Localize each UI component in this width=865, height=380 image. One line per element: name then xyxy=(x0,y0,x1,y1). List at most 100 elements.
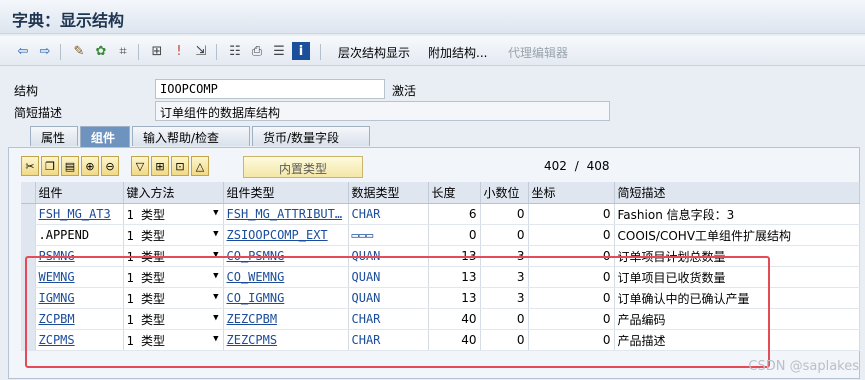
cut-icon[interactable]: ✂ xyxy=(21,156,39,176)
filter-icon[interactable]: ▽ xyxy=(131,156,149,176)
info-icon[interactable]: ! xyxy=(170,42,188,60)
method-value: 1 类型 xyxy=(126,207,165,222)
component-type-cell[interactable]: CO_WEMNG xyxy=(223,266,349,288)
component-cell[interactable]: FSH_MG_AT3 xyxy=(35,203,124,225)
component-type-cell[interactable]: CO_PSMNG xyxy=(223,245,349,267)
component-type-cell[interactable]: FSH_MG_ATTRIBUT… xyxy=(223,203,349,225)
structure-label: 结构 xyxy=(14,84,39,98)
row-selector[interactable] xyxy=(21,266,36,288)
table-row[interactable]: ZCPBM 1 类型 ▼ ZEZCPBM CHAR 40 0 0 产品编码 xyxy=(21,308,860,330)
method-cell[interactable]: 1 类型 ▼ xyxy=(123,245,224,267)
list-icon[interactable]: ☰ xyxy=(270,42,288,60)
status-text: 激活 xyxy=(392,84,417,98)
row-selector[interactable] xyxy=(21,203,36,225)
structure-field[interactable]: IOOPCOMP xyxy=(155,79,385,99)
tab-attributes[interactable]: 属性 xyxy=(30,126,78,146)
description-cell: COOIS/COHV工单组件扩展结构 xyxy=(614,224,860,246)
method-cell[interactable]: 1 类型 ▼ xyxy=(123,308,224,330)
builtin-type-button[interactable]: 内置类型 xyxy=(243,156,363,178)
hierarchy-icon[interactable]: ⊞ xyxy=(148,42,166,60)
coordinate-cell: 0 xyxy=(528,245,615,267)
tab-input-help[interactable]: 输入帮助/检查 xyxy=(132,126,250,146)
column-header[interactable]: 组件类型 xyxy=(223,182,349,204)
back-icon[interactable]: ⇦ xyxy=(14,42,32,60)
row-selector[interactable] xyxy=(21,245,36,267)
help-icon[interactable]: i xyxy=(292,42,310,60)
tab-components[interactable]: 组件 xyxy=(80,126,130,147)
column-header[interactable]: 小数位 xyxy=(480,182,529,204)
select-all-icon[interactable]: ⊞ xyxy=(151,156,169,176)
row-selector[interactable] xyxy=(21,308,36,330)
select-column-header[interactable] xyxy=(21,182,36,204)
proxy-editor-button[interactable]: 代理编辑器 xyxy=(508,44,568,61)
decimals-cell: 3 xyxy=(480,287,529,309)
table-row[interactable]: IGMNG 1 类型 ▼ CO_IGMNG QUAN 13 3 0 订单确认中的已… xyxy=(21,287,860,309)
table-row[interactable]: ZCPMS 1 类型 ▼ ZEZCPMS CHAR 40 0 0 产品描述 xyxy=(21,329,860,351)
decimals-cell: 3 xyxy=(480,245,529,267)
display-object-icon[interactable]: ⇲ xyxy=(192,42,210,60)
dropdown-arrow-icon[interactable]: ▼ xyxy=(213,271,218,281)
row-selector[interactable] xyxy=(21,224,36,246)
append-structure-button[interactable]: 附加结构... xyxy=(428,44,487,61)
row-selector[interactable] xyxy=(21,287,36,309)
data-type-cell: QUAN xyxy=(348,287,429,309)
sort-icon[interactable]: △ xyxy=(191,156,209,176)
method-value: 1 类型 xyxy=(126,249,165,264)
column-header[interactable]: 键入方法 xyxy=(123,182,224,204)
column-header[interactable]: 组件 xyxy=(35,182,124,204)
column-header[interactable]: 坐标 xyxy=(528,182,615,204)
dropdown-arrow-icon[interactable]: ▼ xyxy=(213,292,218,302)
method-cell[interactable]: 1 类型 ▼ xyxy=(123,266,224,288)
component-cell[interactable]: WEMNG xyxy=(35,266,124,288)
length-cell: 13 xyxy=(428,287,481,309)
component-cell[interactable]: PSMNG xyxy=(35,245,124,267)
component-type-cell[interactable]: ZEZCPMS xyxy=(223,329,349,351)
application-toolbar: ⇦ ⇨ ✎ ✿ ⌗ ⊞ ! ⇲ ☷ ⎙ ☰ i 层次结构显示 附加结构... 代… xyxy=(0,36,865,66)
counter-separator: / xyxy=(574,159,579,173)
description-cell: 订单项目计划总数量 xyxy=(614,245,860,267)
component-type-cell[interactable]: ZSIOOPCOMP_EXT xyxy=(223,224,349,246)
table-icon[interactable]: ☷ xyxy=(226,42,244,60)
insert-row-icon[interactable]: ⊕ xyxy=(81,156,99,176)
description-field[interactable]: 订单组件的数据库结构 xyxy=(155,101,610,121)
check-icon[interactable]: ✎ xyxy=(70,42,88,60)
tab-currency-quantity[interactable]: 货币/数量字段 xyxy=(252,126,370,146)
print-icon[interactable]: ⎙ xyxy=(248,42,266,60)
column-header[interactable]: 数据类型 xyxy=(348,182,429,204)
component-type-cell[interactable]: CO_IGMNG xyxy=(223,287,349,309)
dropdown-arrow-icon[interactable]: ▼ xyxy=(213,208,218,218)
dropdown-arrow-icon[interactable]: ▼ xyxy=(213,334,218,344)
component-cell[interactable]: .APPEND xyxy=(35,224,124,246)
coordinate-cell: 0 xyxy=(528,224,615,246)
delete-row-icon[interactable]: ⊖ xyxy=(101,156,119,176)
forward-icon[interactable]: ⇨ xyxy=(36,42,54,60)
method-cell[interactable]: 1 类型 ▼ xyxy=(123,329,224,351)
table-row[interactable]: PSMNG 1 类型 ▼ CO_PSMNG QUAN 13 3 0 订单项目计划总… xyxy=(21,245,860,267)
table-row[interactable]: WEMNG 1 类型 ▼ CO_WEMNG QUAN 13 3 0 订单项目已收货… xyxy=(21,266,860,288)
dropdown-arrow-icon[interactable]: ▼ xyxy=(213,229,218,239)
component-cell[interactable]: ZCPBM xyxy=(35,308,124,330)
paste-icon[interactable]: ▤ xyxy=(61,156,79,176)
hierarchy-display-button[interactable]: 层次结构显示 xyxy=(338,44,410,61)
dropdown-arrow-icon[interactable]: ▼ xyxy=(213,313,218,323)
dropdown-arrow-icon[interactable]: ▼ xyxy=(213,250,218,260)
table-row[interactable]: .APPEND 1 类型 ▼ ZSIOOPCOMP_EXT ▭▭▭ 0 0 0 C… xyxy=(21,224,860,246)
column-header[interactable]: 长度 xyxy=(428,182,481,204)
method-cell[interactable]: 1 类型 ▼ xyxy=(123,224,224,246)
component-cell[interactable]: ZCPMS xyxy=(35,329,124,351)
row-counter: 402 / 408 xyxy=(544,159,610,173)
activate-icon[interactable]: ✿ xyxy=(92,42,110,60)
component-cell[interactable]: IGMNG xyxy=(35,287,124,309)
details-icon[interactable]: ⊡ xyxy=(171,156,189,176)
length-cell: 40 xyxy=(428,308,481,330)
where-used-icon[interactable]: ⌗ xyxy=(114,42,132,60)
method-value: 1 类型 xyxy=(126,228,165,243)
method-cell[interactable]: 1 类型 ▼ xyxy=(123,287,224,309)
table-row[interactable]: FSH_MG_AT3 1 类型 ▼ FSH_MG_ATTRIBUT… CHAR 6… xyxy=(21,203,860,225)
copy-icon[interactable]: ❐ xyxy=(41,156,59,176)
method-cell[interactable]: 1 类型 ▼ xyxy=(123,203,224,225)
coordinate-cell: 0 xyxy=(528,266,615,288)
column-header[interactable]: 简短描述 xyxy=(614,182,860,204)
component-type-cell[interactable]: ZEZCPBM xyxy=(223,308,349,330)
row-selector[interactable] xyxy=(21,329,36,351)
